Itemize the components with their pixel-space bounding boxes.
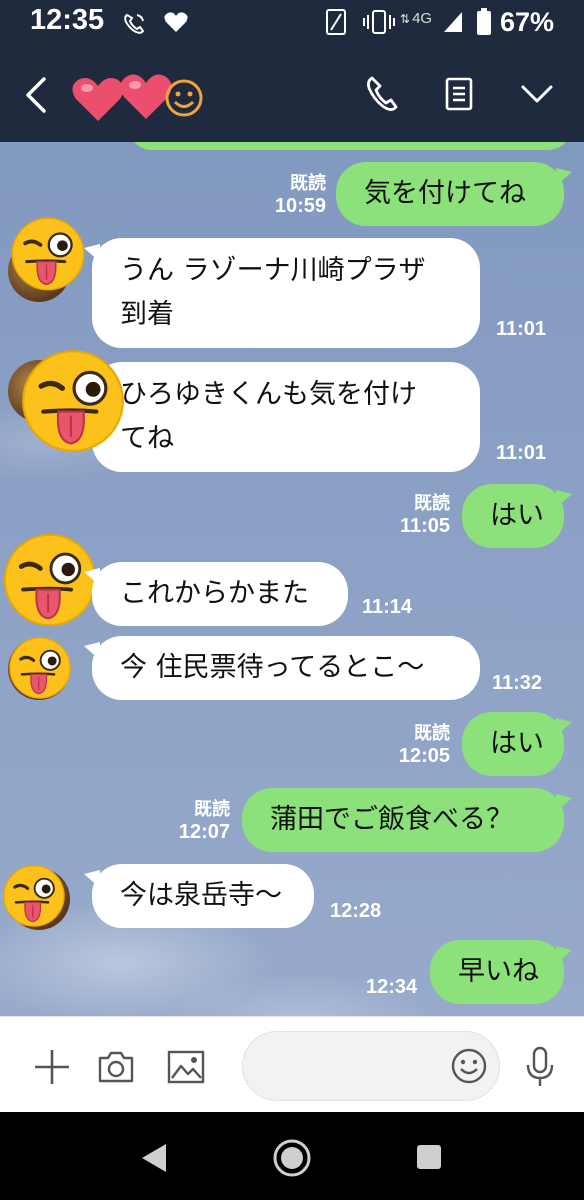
message-time: 11:01: [496, 442, 547, 464]
network-label: 4G: [412, 10, 433, 27]
contact-name-area[interactable]: L...: [70, 68, 210, 122]
vibrate-icon: [363, 10, 395, 34]
read-receipt: 既読: [414, 723, 450, 743]
system-nav-bar: [0, 1112, 584, 1200]
chevron-down-icon[interactable]: [520, 82, 554, 106]
message-text-line: うん ラゾーナ川崎プラザ: [120, 255, 426, 286]
message-bubble-incoming[interactable]: ひろゆきくんも気を付け てね: [84, 362, 480, 472]
call-icon: [124, 13, 145, 34]
message-bubble-partial: [128, 142, 572, 150]
back-icon[interactable]: [22, 76, 50, 114]
battery-icon: [477, 8, 491, 35]
message-text: 蒲田でご飯食べる？: [270, 804, 513, 835]
message-bubble-outgoing[interactable]: 蒲田でご飯食べる？: [242, 788, 572, 852]
read-receipt: 既読: [414, 493, 450, 513]
winking-sticker-icon: [10, 216, 86, 292]
message-time: 12:07: [178, 821, 230, 843]
nav-recent-icon[interactable]: [416, 1144, 442, 1170]
nav-home-icon[interactable]: [272, 1138, 312, 1178]
battery-percent: 67%: [500, 7, 555, 37]
message-time: 12:05: [398, 745, 450, 767]
message-bubble-outgoing[interactable]: はい: [462, 712, 572, 776]
message-bubble-outgoing[interactable]: はい: [462, 484, 572, 548]
read-receipt: 既読: [194, 799, 230, 819]
message-text: はい: [490, 728, 544, 759]
input-bar: [0, 1016, 584, 1113]
message-bubble-incoming[interactable]: うん ラゾーナ川崎プラザ 到着: [84, 238, 480, 348]
message-bubble-outgoing[interactable]: 早いね: [430, 940, 572, 1004]
message-bubble-incoming[interactable]: 今 住民票待ってるとこ〜: [84, 636, 480, 700]
message-text: 気を付けてね: [364, 178, 526, 209]
status-time: 12:35: [30, 4, 105, 36]
message-meta: 既読 12:07: [154, 798, 230, 844]
message-text: 今は泉岳寺〜: [120, 880, 282, 911]
read-receipt: 既読: [290, 173, 326, 193]
winking-sticker-icon: [8, 636, 72, 700]
message-text-line: 到着: [120, 299, 174, 330]
message-time: 12:28: [330, 900, 382, 922]
message-text-line: ひろゆきくんも気を付け: [120, 379, 417, 410]
message-text: これからかまた: [120, 578, 309, 609]
message-meta: 既読 10:59: [250, 172, 326, 218]
message-time: 12:34: [366, 976, 418, 998]
winking-sticker-icon: [20, 348, 126, 454]
message-text: 早いね: [458, 956, 539, 987]
emoji-icon[interactable]: [450, 1047, 488, 1085]
smile-icon: [165, 79, 203, 117]
sim-icon: [326, 9, 346, 35]
message-time: 11:32: [492, 672, 543, 694]
message-time: 10:59: [274, 195, 326, 217]
status-bar: 12:35 ⇅ 4G 67%: [0, 0, 584, 46]
message-bubble-outgoing[interactable]: 気を付けてね: [336, 162, 572, 226]
message-time: 11:01: [496, 318, 547, 340]
message-meta: 既読 12:05: [374, 722, 450, 768]
chat-header: L...: [0, 46, 584, 142]
message-time: 11:05: [399, 515, 450, 537]
plus-icon[interactable]: [32, 1047, 72, 1087]
nav-back-icon[interactable]: [140, 1142, 168, 1174]
message-bubble-incoming[interactable]: これからかまた: [84, 562, 348, 626]
network-indicator: ⇅ 4G: [400, 10, 432, 27]
chat-messages[interactable]: 既読 10:59 気を付けてね うん ラゾーナ川崎プラザ 到着 11:01 ひろ…: [0, 142, 584, 1016]
image-icon[interactable]: [166, 1049, 206, 1085]
message-text-line: てね: [120, 423, 174, 454]
winking-sticker-icon: [2, 864, 66, 928]
heart-icon: [164, 12, 188, 32]
data-arrows-icon: ⇅: [400, 12, 411, 26]
camera-icon[interactable]: [96, 1049, 136, 1085]
mic-icon[interactable]: [524, 1045, 556, 1089]
message-text: 今 住民票待ってるとこ〜: [120, 652, 425, 683]
phone-icon[interactable]: [364, 74, 400, 114]
message-meta: 既読 11:05: [374, 492, 450, 538]
signal-icon: [444, 12, 462, 32]
message-bubble-incoming[interactable]: 今は泉岳寺〜: [84, 864, 314, 928]
notes-icon[interactable]: [444, 76, 474, 112]
message-text: はい: [490, 500, 544, 531]
message-time: 11:14: [362, 596, 413, 618]
